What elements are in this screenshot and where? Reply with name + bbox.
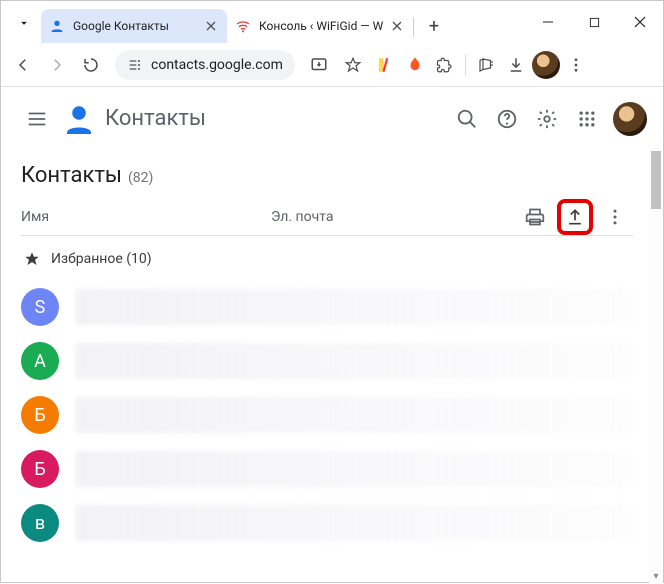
scrollbar-track[interactable]: ▾ <box>649 151 663 584</box>
contact-avatar: S <box>21 288 59 326</box>
window-titlebar: Google Контакты Консоль ‹ WiFiGid — W + <box>1 1 663 43</box>
tab-active[interactable]: Google Контакты <box>41 9 227 43</box>
tab-inactive[interactable]: Консоль ‹ WiFiGid — W <box>227 9 413 43</box>
maximize-button[interactable] <box>571 1 617 43</box>
app-header: Контакты <box>1 87 663 151</box>
media-control-icon[interactable] <box>472 51 500 79</box>
minimize-button[interactable] <box>525 1 571 43</box>
profile-avatar-toolbar[interactable] <box>532 51 560 79</box>
contact-details-redacted <box>75 289 633 325</box>
back-button[interactable] <box>7 49 39 81</box>
contact-details-redacted <box>75 505 633 541</box>
tab-title: Google Контакты <box>73 19 203 33</box>
close-tab-icon[interactable] <box>203 18 219 34</box>
more-options-button[interactable] <box>597 199 633 235</box>
reload-button[interactable] <box>75 49 107 81</box>
contact-avatar: в <box>21 504 59 542</box>
column-name[interactable]: Имя <box>21 209 271 225</box>
contact-list: SАББв <box>21 280 633 550</box>
contact-row[interactable]: в <box>21 496 633 550</box>
contact-row[interactable]: S <box>21 280 633 334</box>
tab-separator <box>413 17 414 37</box>
extensions-puzzle-icon[interactable] <box>431 51 459 79</box>
star-icon <box>23 250 41 268</box>
scrollbar-thumb[interactable] <box>651 151 661 209</box>
url-text: contacts.google.com <box>151 57 283 73</box>
forward-button[interactable] <box>41 49 73 81</box>
address-bar[interactable]: contacts.google.com <box>115 50 295 80</box>
contact-details-redacted <box>75 451 633 487</box>
contact-row[interactable]: Б <box>21 442 633 496</box>
new-tab-button[interactable]: + <box>420 12 448 40</box>
scroll-down-arrow[interactable]: ▾ <box>649 568 663 584</box>
bookmark-star-icon[interactable] <box>337 49 369 81</box>
install-app-icon[interactable] <box>303 49 335 81</box>
browser-toolbar: contacts.google.com <box>1 43 663 87</box>
content-area: ▾ Контакты (82) Имя Эл. почта <box>1 151 663 584</box>
close-tab-icon[interactable] <box>389 18 405 34</box>
settings-gear-button[interactable] <box>527 99 567 139</box>
export-button[interactable] <box>557 199 593 235</box>
main-menu-button[interactable] <box>17 99 57 139</box>
close-window-button[interactable] <box>617 1 663 43</box>
extension-icon-2[interactable] <box>401 51 429 79</box>
contact-avatar: Б <box>21 450 59 488</box>
search-button[interactable] <box>447 99 487 139</box>
downloads-icon[interactable] <box>502 51 530 79</box>
section-title: Контакты (82) <box>21 163 633 188</box>
app-name: Контакты <box>105 106 206 131</box>
print-button[interactable] <box>517 199 553 235</box>
contacts-heading: Контакты <box>21 163 122 188</box>
help-button[interactable] <box>487 99 527 139</box>
contact-row[interactable]: А <box>21 334 633 388</box>
contact-row[interactable]: Б <box>21 388 633 442</box>
column-header-row: Имя Эл. почта <box>21 198 633 236</box>
extension-icon-1[interactable] <box>371 51 399 79</box>
tabs-dropdown-button[interactable] <box>7 6 41 40</box>
wifi-favicon <box>235 18 251 34</box>
favorites-header: Избранное (10) <box>23 250 633 268</box>
app-logo[interactable]: Контакты <box>61 101 206 137</box>
contacts-favicon <box>49 18 65 34</box>
contacts-count: (82) <box>128 170 153 186</box>
site-settings-icon[interactable] <box>127 57 143 73</box>
contact-avatar: А <box>21 342 59 380</box>
contact-details-redacted <box>75 343 633 379</box>
column-email[interactable]: Эл. почта <box>271 209 517 225</box>
account-avatar[interactable] <box>613 102 647 136</box>
contact-avatar: Б <box>21 396 59 434</box>
contact-details-redacted <box>75 397 633 433</box>
browser-menu-icon[interactable] <box>562 51 590 79</box>
toolbar-separator <box>465 54 466 76</box>
google-apps-button[interactable] <box>567 99 607 139</box>
tab-title: Консоль ‹ WiFiGid — W <box>259 19 389 33</box>
window-controls <box>525 1 663 43</box>
favorites-label: Избранное (10) <box>51 251 152 267</box>
